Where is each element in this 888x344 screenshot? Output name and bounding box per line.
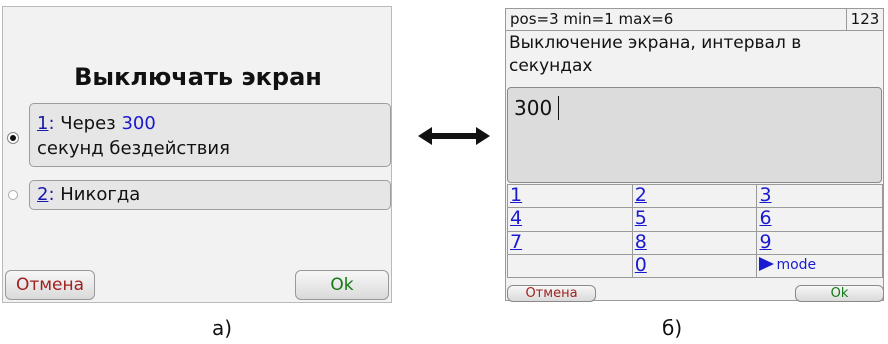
option-number: 2 xyxy=(37,184,49,205)
key-3[interactable]: 3 xyxy=(756,183,883,209)
key-5[interactable]: 5 xyxy=(631,207,758,232)
numeric-keypad: 1 2 3 4 5 6 7 8 9 0 mode xyxy=(507,183,883,279)
cancel-button[interactable]: Отмена xyxy=(507,285,596,302)
option-value: 300 xyxy=(121,113,156,134)
caption-a: а) xyxy=(212,316,233,340)
dialog-screen-off-list: Выключать экран 1: Через 300 секунд безд… xyxy=(2,6,392,303)
dialog-title: Выключать экран xyxy=(74,63,322,91)
double-arrow-icon xyxy=(418,127,490,145)
text-caret xyxy=(558,96,559,120)
key-8[interactable]: 8 xyxy=(631,230,758,255)
status-text: pos=3 min=1 max=6 xyxy=(510,10,674,28)
key-7[interactable]: 7 xyxy=(507,230,633,255)
option-button-2[interactable]: 2: Никогда xyxy=(29,180,391,210)
cancel-button[interactable]: Отмена xyxy=(5,270,95,300)
caption-b: б) xyxy=(662,316,683,340)
radio-option-2[interactable] xyxy=(8,190,18,200)
play-triangle-icon xyxy=(759,256,775,271)
key-9[interactable]: 9 xyxy=(756,230,883,255)
key-4[interactable]: 4 xyxy=(507,207,633,232)
input-value: 300 xyxy=(514,96,553,120)
option-number: 1 xyxy=(37,113,49,134)
ok-button[interactable]: Ok xyxy=(795,285,884,302)
option-label: Никогда xyxy=(54,184,141,205)
status-bar: pos=3 min=1 max=6 123 xyxy=(506,9,883,31)
option-label: Через xyxy=(54,113,122,134)
key-1[interactable]: 1 xyxy=(507,183,633,209)
field-description: Выключение экрана, интервал в секундах xyxy=(509,33,802,76)
option-label-line2: секунд бездействия xyxy=(37,138,230,159)
mode-key[interactable]: mode xyxy=(756,253,883,279)
radio-option-1-selected[interactable] xyxy=(8,133,18,143)
key-6[interactable]: 6 xyxy=(756,207,883,232)
key-2[interactable]: 2 xyxy=(631,183,758,209)
number-input[interactable]: 300 xyxy=(507,87,882,183)
key-0[interactable]: 0 xyxy=(631,253,758,279)
ok-button[interactable]: Ok xyxy=(295,270,389,300)
key-empty xyxy=(507,253,633,279)
mode-key-label: mode xyxy=(776,256,817,273)
option-button-1[interactable]: 1: Через 300 секунд бездействия xyxy=(29,103,391,167)
input-mode-indicator[interactable]: 123 xyxy=(846,9,883,30)
dialog-screen-off-numeric: pos=3 min=1 max=6 123 Выключение экрана,… xyxy=(505,8,884,302)
